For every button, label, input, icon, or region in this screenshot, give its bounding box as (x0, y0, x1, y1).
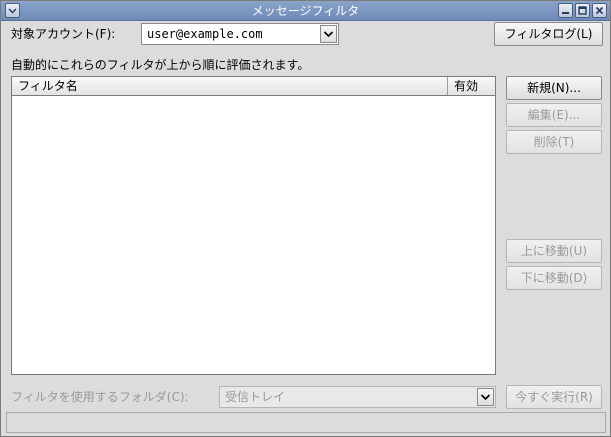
folder-select[interactable]: 受信トレイ (219, 386, 496, 408)
message-filters-window: メッセージフィルタ 対象アカウント(F): user@example.com フ… (0, 0, 611, 437)
maximize-button[interactable] (575, 3, 590, 18)
move-down-button[interactable]: 下に移動(D) (506, 266, 602, 290)
folder-label: フィルタを使用するフォルダ(C): (11, 390, 189, 404)
folder-select-arrow[interactable] (477, 388, 494, 406)
column-header-filter-name[interactable]: フィルタ名 (12, 77, 448, 95)
maximize-icon (578, 6, 587, 15)
close-icon (595, 6, 604, 15)
delete-filter-button[interactable]: 削除(T) (506, 130, 602, 154)
window-title: メッセージフィルタ (251, 4, 360, 18)
title-bar[interactable]: メッセージフィルタ (1, 1, 610, 21)
column-header-enabled[interactable]: 有効 (448, 77, 495, 95)
move-up-button[interactable]: 上に移動(U) (506, 239, 602, 263)
minimize-button[interactable] (558, 3, 573, 18)
close-button[interactable] (592, 3, 607, 18)
account-select-arrow[interactable] (320, 25, 337, 43)
status-bar (6, 412, 606, 433)
chevron-down-icon (480, 394, 491, 401)
filter-list-header: フィルタ名 有効 (12, 77, 495, 96)
filter-description: 自動的にこれらのフィルタが上から順に評価されます。 (11, 58, 310, 72)
run-now-button[interactable]: 今すぐ実行(R) (506, 385, 602, 409)
new-filter-button[interactable]: 新規(N)... (506, 76, 602, 100)
account-select-value: user@example.com (147, 27, 263, 41)
account-label: 対象アカウント(F): (11, 27, 116, 41)
folder-select-value: 受信トレイ (225, 390, 286, 404)
filter-log-button[interactable]: フィルタログ(L) (494, 22, 603, 46)
filter-list[interactable]: フィルタ名 有効 (11, 76, 496, 375)
minimize-icon (562, 12, 569, 14)
edit-filter-button[interactable]: 編集(E)... (506, 103, 602, 127)
chevron-down-icon (323, 31, 334, 38)
account-select[interactable]: user@example.com (141, 23, 339, 45)
